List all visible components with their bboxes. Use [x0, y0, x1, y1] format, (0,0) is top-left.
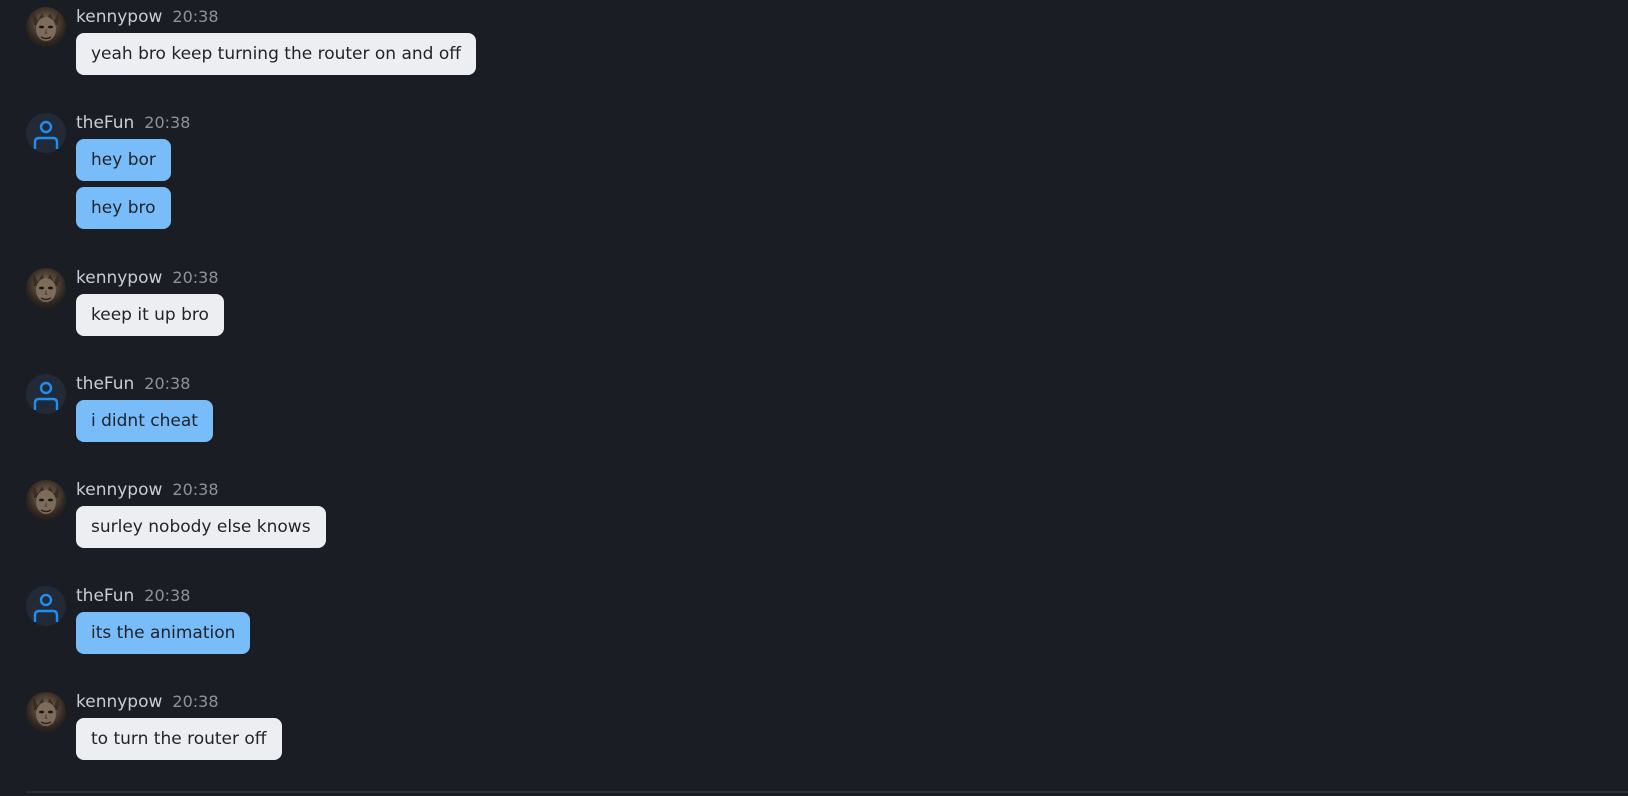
message-group: kennypow 20:38 surley nobody else knows	[26, 480, 326, 548]
message-group: kennypow 20:38 keep it up bro	[26, 268, 224, 336]
message-bubble[interactable]: its the animation	[76, 612, 251, 654]
message-bubble[interactable]: to turn the router off	[76, 718, 282, 760]
author-name[interactable]: theFun	[76, 113, 134, 133]
avatar[interactable]	[26, 268, 66, 308]
author-name[interactable]: theFun	[76, 374, 134, 394]
message-group: kennypow 20:38 to turn the router off	[26, 692, 282, 760]
demon-face-portrait-icon	[32, 482, 60, 514]
message-bubble[interactable]: surley nobody else knows	[76, 506, 326, 548]
message-group: kennypow 20:38 yeah bro keep turning the …	[26, 7, 476, 75]
message-timestamp: 20:38	[172, 480, 219, 499]
message-timestamp: 20:38	[172, 692, 219, 711]
avatar[interactable]	[26, 113, 66, 153]
author-name[interactable]: kennypow	[76, 692, 162, 712]
avatar[interactable]	[26, 480, 66, 520]
message-group: theFun 20:38 hey bor hey bro	[26, 113, 190, 229]
message-group: theFun 20:38 its the animation	[26, 586, 251, 654]
message-timestamp: 20:38	[144, 374, 191, 393]
demon-face-portrait-icon	[32, 270, 60, 302]
avatar[interactable]	[26, 586, 66, 626]
message-bubble[interactable]: hey bro	[76, 187, 171, 229]
demon-face-portrait-icon	[32, 9, 60, 41]
avatar[interactable]	[26, 374, 66, 414]
message-timestamp: 20:38	[172, 7, 219, 26]
message-bubble[interactable]: hey bor	[76, 139, 171, 181]
composer-divider	[26, 791, 1628, 793]
user-icon	[33, 381, 59, 410]
author-name[interactable]: kennypow	[76, 268, 162, 288]
message-group: theFun 20:38 i didnt cheat	[26, 374, 213, 442]
message-timestamp: 20:38	[144, 113, 191, 132]
chat-message-list: kennypow 20:38 yeah bro keep turning the …	[0, 0, 1628, 796]
user-icon	[33, 593, 59, 622]
avatar[interactable]	[26, 692, 66, 732]
avatar[interactable]	[26, 7, 66, 47]
user-icon	[33, 120, 59, 149]
message-bubble[interactable]: i didnt cheat	[76, 400, 213, 442]
message-timestamp: 20:38	[172, 268, 219, 287]
message-bubble[interactable]: keep it up bro	[76, 294, 224, 336]
demon-face-portrait-icon	[32, 694, 60, 726]
author-name[interactable]: kennypow	[76, 480, 162, 500]
author-name[interactable]: theFun	[76, 586, 134, 606]
message-bubble[interactable]: yeah bro keep turning the router on and …	[76, 33, 476, 75]
message-timestamp: 20:38	[144, 586, 191, 605]
author-name[interactable]: kennypow	[76, 7, 162, 27]
